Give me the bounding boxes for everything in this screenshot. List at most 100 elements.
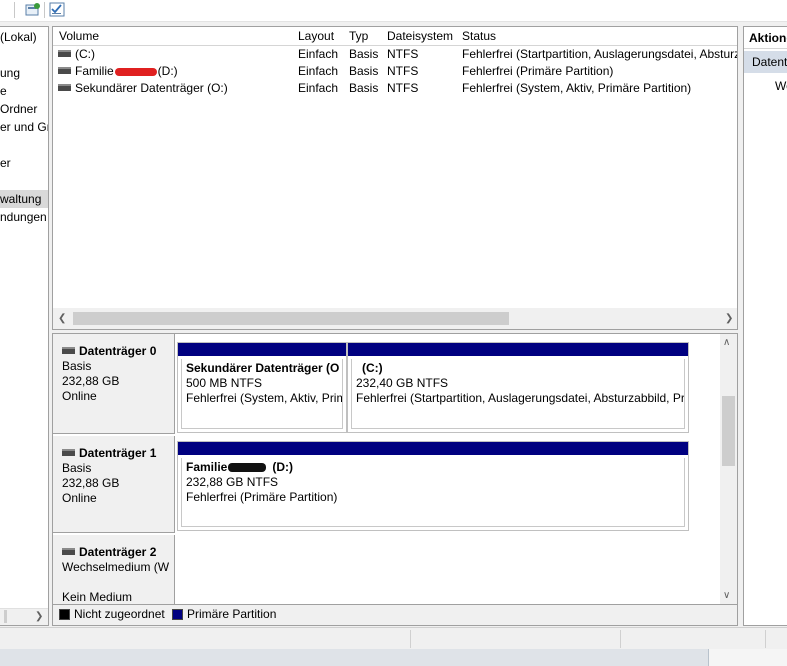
drive-icon bbox=[58, 67, 71, 75]
status-cell: Fehlerfrei (Startpartition, Auslagerungs… bbox=[462, 47, 738, 61]
partition-block[interactable]: Sekundärer Datenträger (O 500 MB NTFS Fe… bbox=[177, 342, 347, 433]
partition-status: Fehlerfrei (Startpartition, Auslagerungs… bbox=[356, 391, 685, 405]
actions-pane: Aktionen Datenträgerverwaltung Weitere A… bbox=[743, 26, 787, 626]
disk-map[interactable]: Datenträger 0 Basis 232,88 GB Online Sek… bbox=[52, 333, 738, 604]
partition-bar bbox=[178, 442, 688, 455]
disk-icon bbox=[62, 548, 75, 556]
partition-area: Sekundärer Datenträger (O 500 MB NTFS Fe… bbox=[177, 342, 689, 434]
tree-item-selected[interactable]: waltung bbox=[0, 190, 48, 208]
drive-icon bbox=[58, 50, 71, 58]
fs-cell: NTFS bbox=[387, 81, 419, 95]
actions-header: Aktionen bbox=[744, 27, 787, 49]
fs-cell: NTFS bbox=[387, 64, 419, 78]
partition-bar bbox=[178, 343, 346, 356]
table-row[interactable]: Sekundärer Datenträger (O:) Einfach Basi… bbox=[53, 80, 737, 97]
navigation-tree[interactable]: (Lokal) ung e Ordner er und Gru er waltu… bbox=[0, 26, 49, 626]
disk-type: Wechselmedium (W bbox=[62, 560, 170, 574]
volume-name: Familie bbox=[75, 64, 114, 78]
volume-horizontal-scrollbar[interactable]: ❮ ❯ bbox=[53, 308, 737, 329]
tree-horizontal-scrollbar[interactable]: ❯ bbox=[0, 608, 48, 625]
partition-area: Familie (D:) 232,88 GB NTFS Fehlerfrei (P… bbox=[177, 441, 689, 531]
scroll-down-icon[interactable]: ∨ bbox=[723, 591, 730, 601]
partition-status: Fehlerfrei (Primäre Partition) bbox=[186, 490, 338, 504]
status-segment bbox=[765, 630, 787, 648]
legend-label: Nicht zugeordnet bbox=[74, 607, 165, 621]
volume-cell: Sekundärer Datenträger (O:) bbox=[58, 80, 292, 97]
partition-block[interactable]: Familie (D:) 232,88 GB NTFS Fehlerfrei (P… bbox=[177, 441, 689, 531]
typ-cell: Basis bbox=[349, 64, 379, 78]
legend-swatch-primary bbox=[172, 609, 183, 620]
partition-bar bbox=[348, 343, 688, 356]
scroll-up-icon[interactable]: ∧ bbox=[723, 338, 730, 348]
partition-block[interactable]: (C:) 232,40 GB NTFS Fehlerfrei (Startpar… bbox=[347, 342, 689, 433]
partition-status: Fehlerfrei (System, Aktiv, Prim bbox=[186, 391, 343, 405]
partition-size: 232,88 GB NTFS bbox=[186, 475, 279, 489]
partition-details: Familie (D:) 232,88 GB NTFS Fehlerfrei (P… bbox=[181, 458, 685, 527]
status-segment bbox=[620, 630, 765, 648]
partition-size: 232,40 GB NTFS bbox=[356, 376, 449, 390]
layout-cell: Einfach bbox=[298, 81, 339, 95]
toolbar bbox=[0, 0, 787, 22]
tree-item[interactable]: er bbox=[0, 154, 11, 172]
tree-item[interactable]: ung bbox=[0, 64, 20, 82]
disk-vertical-scrollbar[interactable]: ∧ ∨ bbox=[720, 334, 737, 604]
disk-size: 232,88 GB bbox=[62, 476, 120, 490]
disk-info[interactable]: Datenträger 1 Basis 232,88 GB Online bbox=[53, 436, 175, 533]
status-cell: Fehlerfrei (System, Aktiv, Primäre Parti… bbox=[462, 81, 692, 95]
properties-icon[interactable] bbox=[25, 2, 41, 18]
typ-cell: Basis bbox=[349, 81, 379, 95]
scroll-right-icon[interactable]: ❯ bbox=[725, 314, 733, 324]
redaction-mark bbox=[114, 67, 157, 76]
partition-size: 500 MB NTFS bbox=[186, 376, 263, 390]
toolbar-separator bbox=[44, 2, 45, 18]
layout-cell: Einfach bbox=[298, 47, 339, 61]
redaction-mark bbox=[228, 463, 267, 473]
scroll-thumb[interactable] bbox=[73, 312, 509, 325]
actions-section-disk-management[interactable]: Datenträgerverwaltung bbox=[744, 51, 787, 73]
layout-cell: Einfach bbox=[298, 64, 339, 78]
table-row[interactable]: (C:) Einfach Basis NTFS Fehlerfrei (Star… bbox=[53, 46, 737, 63]
toolbar-separator bbox=[14, 2, 15, 18]
disk-icon bbox=[62, 449, 75, 457]
volume-letter: (D:) bbox=[157, 64, 178, 78]
resize-corner bbox=[708, 649, 787, 666]
disk-info[interactable]: Datenträger 2 Wechselmedium (W Kein Medi… bbox=[53, 535, 175, 604]
scroll-thumb[interactable] bbox=[4, 610, 7, 623]
status-segment bbox=[410, 630, 620, 648]
legend-swatch-unallocated bbox=[59, 609, 70, 620]
column-header-volume[interactable]: Volume bbox=[53, 27, 293, 46]
column-header-dateisystem[interactable]: Dateisystem bbox=[381, 27, 457, 46]
table-row[interactable]: Familie (D:) Einfach Basis NTFS Fehlerfre… bbox=[53, 63, 737, 80]
scroll-thumb[interactable] bbox=[722, 396, 735, 466]
disk-status: Online bbox=[62, 389, 97, 403]
disk-row[interactable]: Datenträger 1 Basis 232,88 GB Online Fam… bbox=[53, 436, 719, 533]
volume-name: (C:) bbox=[75, 47, 95, 61]
more-actions-link[interactable]: Weitere Aktionen bbox=[775, 77, 787, 95]
disk-title: Datenträger 2 bbox=[62, 545, 174, 560]
window-bottom-edge bbox=[0, 649, 787, 666]
tree-item[interactable]: (Lokal) bbox=[0, 28, 37, 46]
partition-details: Sekundärer Datenträger (O 500 MB NTFS Fe… bbox=[181, 359, 343, 429]
disk-row[interactable]: Datenträger 2 Wechselmedium (W Kein Medi… bbox=[53, 535, 719, 604]
partition-name: (C:) bbox=[362, 361, 383, 375]
scroll-left-icon[interactable]: ❮ bbox=[58, 314, 66, 324]
disk-type: Basis bbox=[62, 461, 92, 475]
column-header-status[interactable]: Status bbox=[456, 27, 737, 46]
tree-item[interactable]: ndungen bbox=[0, 208, 47, 226]
volume-list[interactable]: Volume Layout Typ Dateisystem Status (C:… bbox=[52, 26, 738, 330]
scroll-right-icon[interactable]: ❯ bbox=[35, 612, 43, 622]
typ-cell: Basis bbox=[349, 47, 379, 61]
column-header-layout[interactable]: Layout bbox=[292, 27, 344, 46]
fs-cell: NTFS bbox=[387, 47, 419, 61]
tree-item[interactable]: e bbox=[0, 82, 7, 100]
column-header-typ[interactable]: Typ bbox=[343, 27, 382, 46]
disk-row[interactable]: Datenträger 0 Basis 232,88 GB Online Sek… bbox=[53, 334, 719, 434]
tree-item[interactable]: Ordner bbox=[0, 100, 37, 118]
console-check-icon[interactable] bbox=[49, 2, 65, 18]
disk-info[interactable]: Datenträger 0 Basis 232,88 GB Online bbox=[53, 334, 175, 434]
partition-name: Sekundärer Datenträger (O bbox=[186, 361, 340, 375]
status-bar bbox=[0, 627, 787, 649]
disk-blank bbox=[62, 575, 174, 590]
volume-cell: (C:) bbox=[58, 46, 292, 63]
tree-item[interactable]: er und Gru bbox=[0, 118, 48, 136]
